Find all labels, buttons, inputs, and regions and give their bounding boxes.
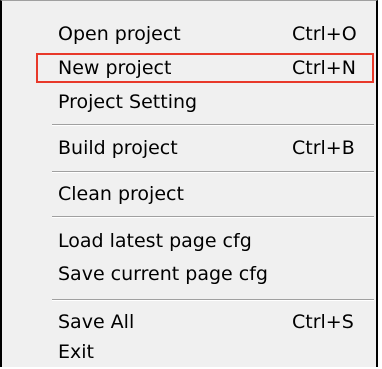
menu-item-label: Open project <box>58 23 181 45</box>
menu-item-label: Save current page cfg <box>58 263 268 285</box>
menu-item-open-project[interactable]: Open project Ctrl+O <box>2 18 376 51</box>
menu-separator <box>52 216 374 218</box>
menu-item-shortcut: Ctrl+B <box>292 137 355 159</box>
menu-item-project-setting[interactable]: Project Setting <box>2 86 376 119</box>
menu-separator <box>52 124 374 126</box>
menu-item-build-project[interactable]: Build project Ctrl+B <box>2 132 376 165</box>
menu-item-new-project[interactable]: New project Ctrl+N <box>36 53 374 83</box>
file-menu: Open project Ctrl+O New project Ctrl+N P… <box>0 0 378 367</box>
menu-item-label: Build project <box>58 137 178 159</box>
menu-item-shortcut: Ctrl+S <box>292 311 354 333</box>
menu-item-label: Project Setting <box>58 91 198 113</box>
menu-item-shortcut: Ctrl+N <box>292 57 356 79</box>
menu-item-clean-project[interactable]: Clean project <box>2 178 376 211</box>
menu-item-label: Exit <box>58 341 94 363</box>
menu-item-label: Load latest page cfg <box>58 230 252 252</box>
menu-item-load-latest-page-cfg[interactable]: Load latest page cfg <box>2 225 376 258</box>
menu-item-save-current-page-cfg[interactable]: Save current page cfg <box>2 258 376 291</box>
menu-separator <box>52 299 374 301</box>
menu-item-shortcut: Ctrl+O <box>292 23 357 45</box>
menu-item-exit[interactable]: Exit <box>2 336 376 369</box>
menu-item-save-all[interactable]: Save All Ctrl+S <box>2 306 376 339</box>
menu-item-label: Clean project <box>58 183 184 205</box>
menu-item-label: New project <box>58 57 172 79</box>
menu-item-label: Save All <box>58 311 135 333</box>
menu-separator <box>52 171 374 173</box>
